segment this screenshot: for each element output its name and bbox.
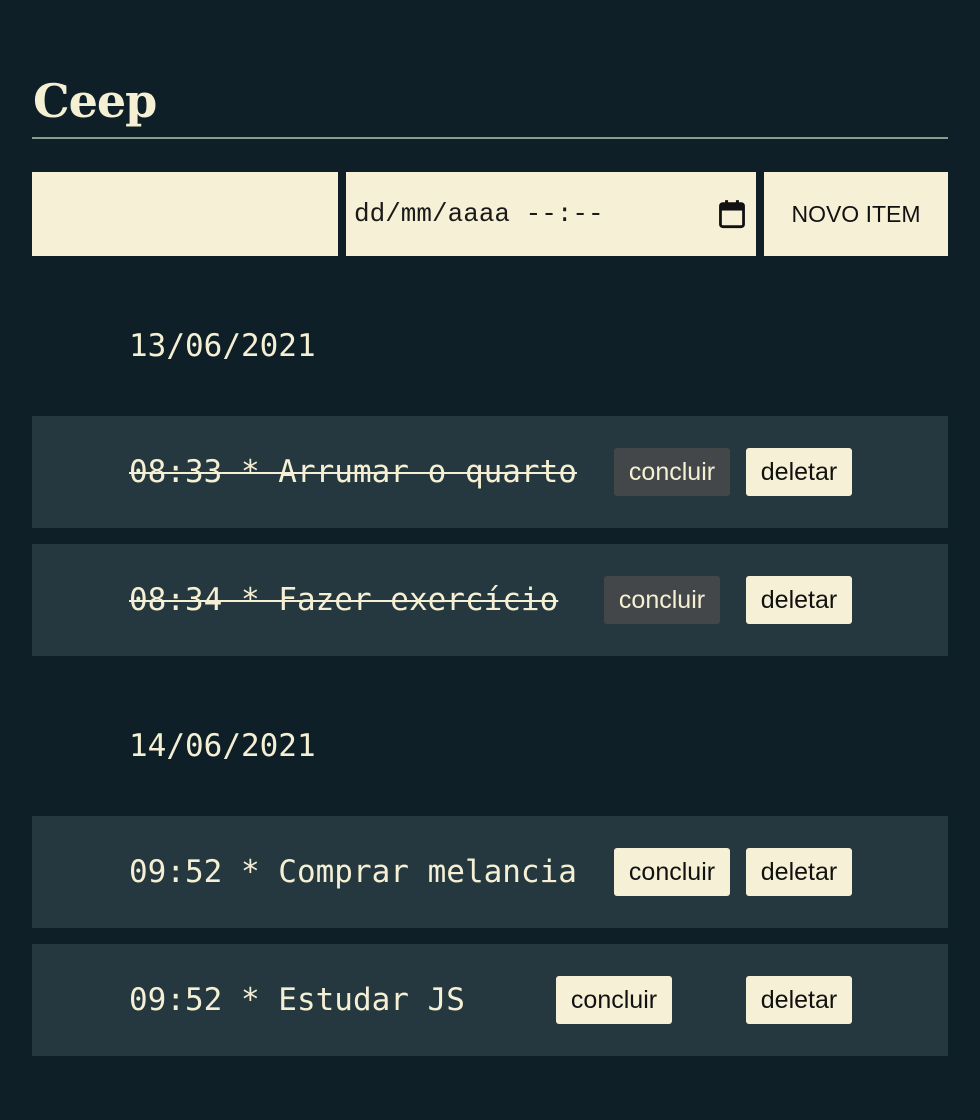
task-text: 09:52 * Comprar melancia	[129, 854, 577, 890]
app-root: Ceep dd/mm/aaaa --:-- NOVO ITEM 13/06/20…	[0, 0, 980, 1120]
datetime-input[interactable]: dd/mm/aaaa --:--	[346, 172, 756, 256]
page-title: Ceep	[33, 74, 157, 128]
delete-button[interactable]: deletar	[746, 976, 852, 1024]
conclude-button[interactable]: concluir	[604, 576, 720, 624]
task-text-input[interactable]	[32, 172, 338, 256]
task-row: 08:33 * Arrumar o quarto concluir deleta…	[32, 416, 948, 528]
task-text: 09:52 * Estudar JS	[129, 982, 465, 1018]
date-heading: 13/06/2021	[129, 328, 316, 364]
task-row: 08:34 * Fazer exercício concluir deletar	[32, 544, 948, 656]
date-heading: 14/06/2021	[129, 728, 316, 764]
delete-button[interactable]: deletar	[746, 448, 852, 496]
conclude-button[interactable]: concluir	[614, 848, 730, 896]
conclude-button[interactable]: concluir	[614, 448, 730, 496]
delete-button[interactable]: deletar	[746, 848, 852, 896]
new-item-button[interactable]: NOVO ITEM	[764, 172, 948, 256]
datetime-placeholder: dd/mm/aaaa --:--	[354, 199, 604, 229]
calendar-icon[interactable]	[718, 199, 746, 229]
conclude-button[interactable]: concluir	[556, 976, 672, 1024]
task-text: 08:34 * Fazer exercício	[129, 582, 559, 618]
title-divider	[32, 137, 948, 139]
task-row: 09:52 * Estudar JS concluir deletar	[32, 944, 948, 1056]
task-text: 08:33 * Arrumar o quarto	[129, 454, 577, 490]
delete-button[interactable]: deletar	[746, 576, 852, 624]
task-row: 09:52 * Comprar melancia concluir deleta…	[32, 816, 948, 928]
